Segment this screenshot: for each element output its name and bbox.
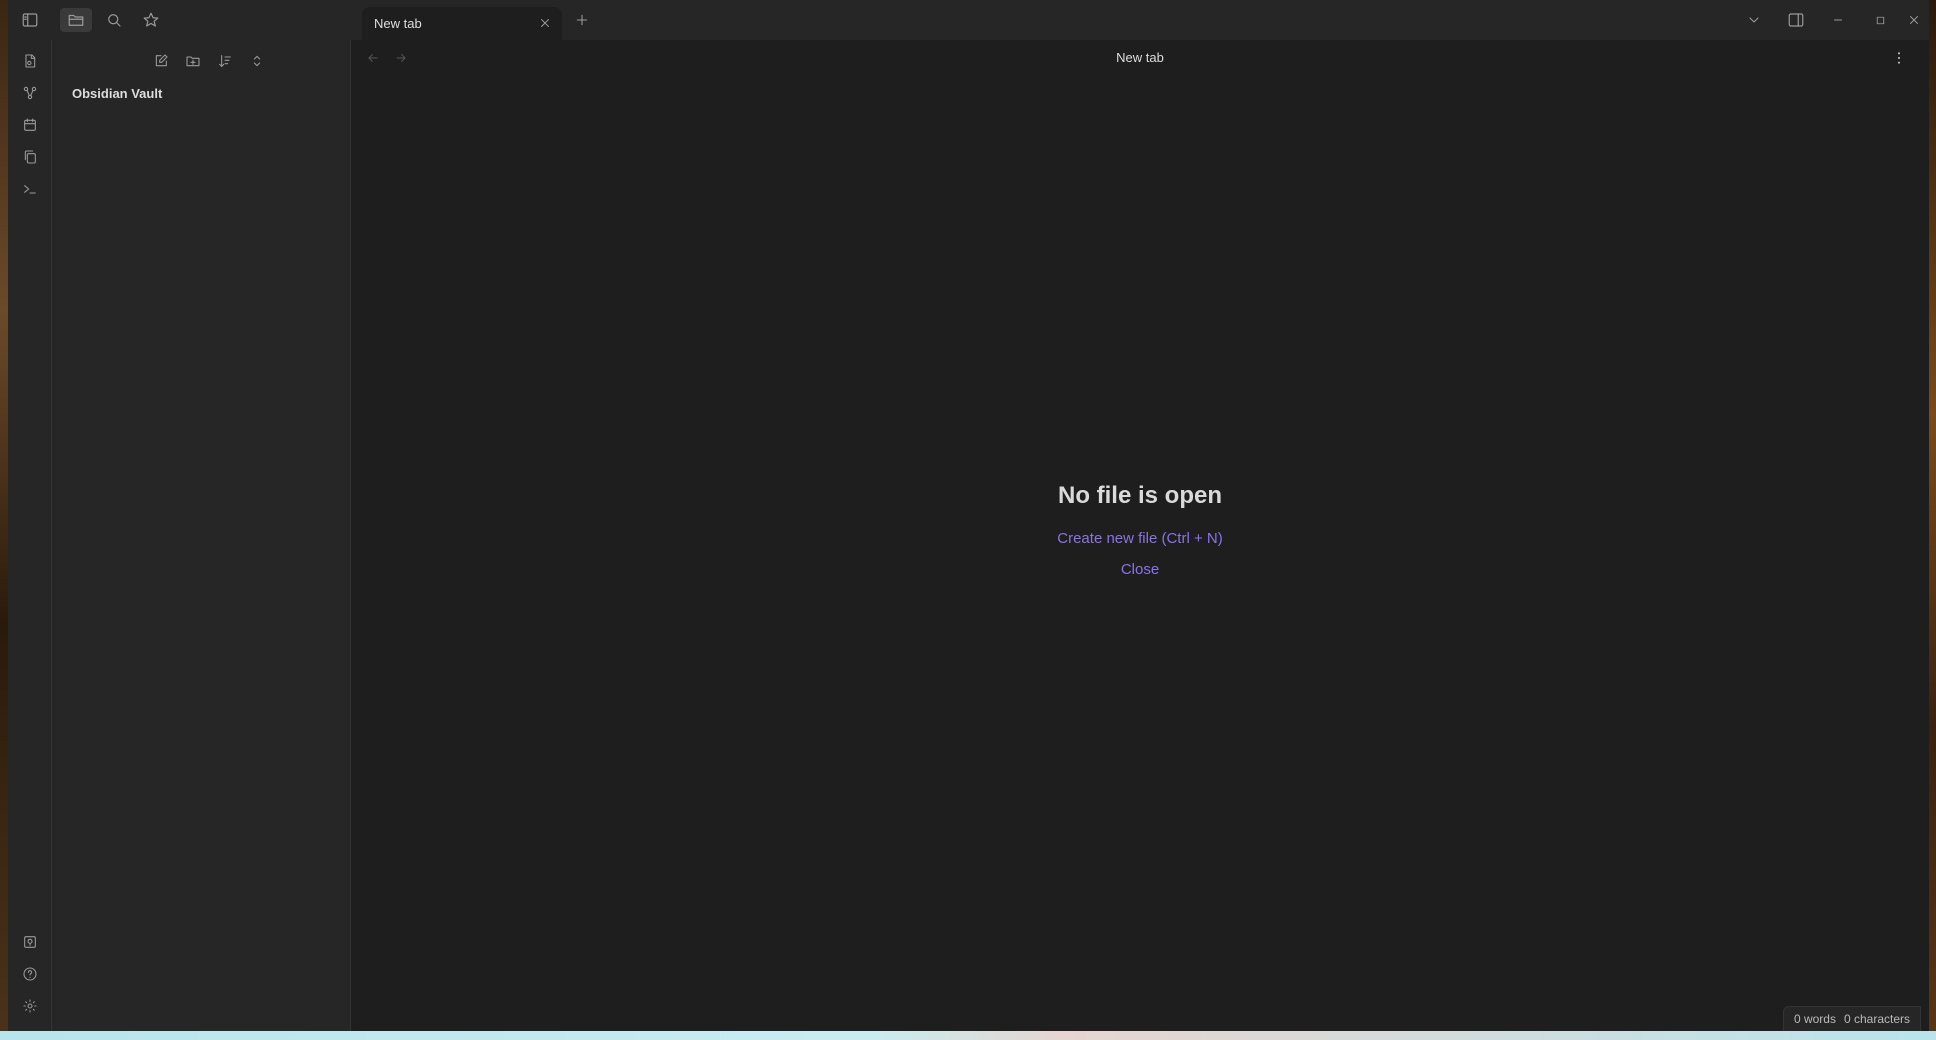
right-sidebar-toggle-icon[interactable] (1782, 8, 1810, 32)
graph-view-icon[interactable] (19, 82, 41, 104)
tab-new-tab[interactable]: New tab (362, 7, 562, 40)
new-note-icon[interactable] (150, 50, 172, 72)
new-folder-icon[interactable] (182, 50, 204, 72)
obsidian-window: New tab Obsidian Vault New tab No file i… (8, 0, 1929, 1031)
close-window-icon[interactable] (1900, 8, 1928, 32)
chevron-down-icon[interactable] (1740, 8, 1768, 32)
file-explorer: Obsidian Vault (52, 40, 351, 1031)
tab-label: New tab (374, 16, 422, 31)
sidebar-toggle-icon[interactable] (14, 8, 46, 32)
word-count: 0 words (1793, 1012, 1836, 1026)
desktop-background-right (1929, 0, 1936, 1040)
close-icon[interactable] (536, 14, 554, 32)
empty-state-title: No file is open (1057, 482, 1222, 509)
more-options-icon[interactable] (1889, 48, 1909, 68)
folder-icon[interactable] (60, 8, 92, 32)
close-link[interactable]: Close (351, 561, 1929, 578)
help-icon[interactable] (19, 963, 41, 985)
desktop-background-left (0, 0, 8, 1040)
collapse-icon[interactable] (246, 50, 268, 72)
taskbar-edge (0, 1031, 1936, 1040)
sort-icon[interactable] (214, 50, 236, 72)
minimize-icon[interactable] (1824, 8, 1852, 32)
title-bar: New tab (8, 0, 1929, 40)
search-icon[interactable] (98, 8, 130, 32)
plus-icon[interactable] (572, 10, 592, 30)
star-icon[interactable] (135, 8, 167, 32)
maximize-icon[interactable] (1866, 8, 1894, 32)
ribbon (8, 40, 52, 1031)
vault-name[interactable]: Obsidian Vault (72, 86, 162, 101)
copy-icon[interactable] (19, 146, 41, 168)
status-bar: 0 words 0 characters (1782, 1006, 1921, 1031)
vault-switcher-icon[interactable] (19, 931, 41, 953)
open-quick-switcher-icon[interactable] (19, 50, 41, 72)
calendar-icon[interactable] (19, 114, 41, 136)
terminal-icon[interactable] (19, 178, 41, 200)
view-title: New tab (1116, 50, 1164, 65)
create-new-file-link[interactable]: Create new file (Ctrl + N) (351, 530, 1929, 547)
empty-state: No file is open Create new file (Ctrl + … (351, 482, 1929, 592)
settings-icon[interactable] (19, 995, 41, 1017)
main-view: New tab No file is open Create new file … (351, 40, 1929, 1031)
character-count: 0 characters (1843, 1012, 1910, 1026)
